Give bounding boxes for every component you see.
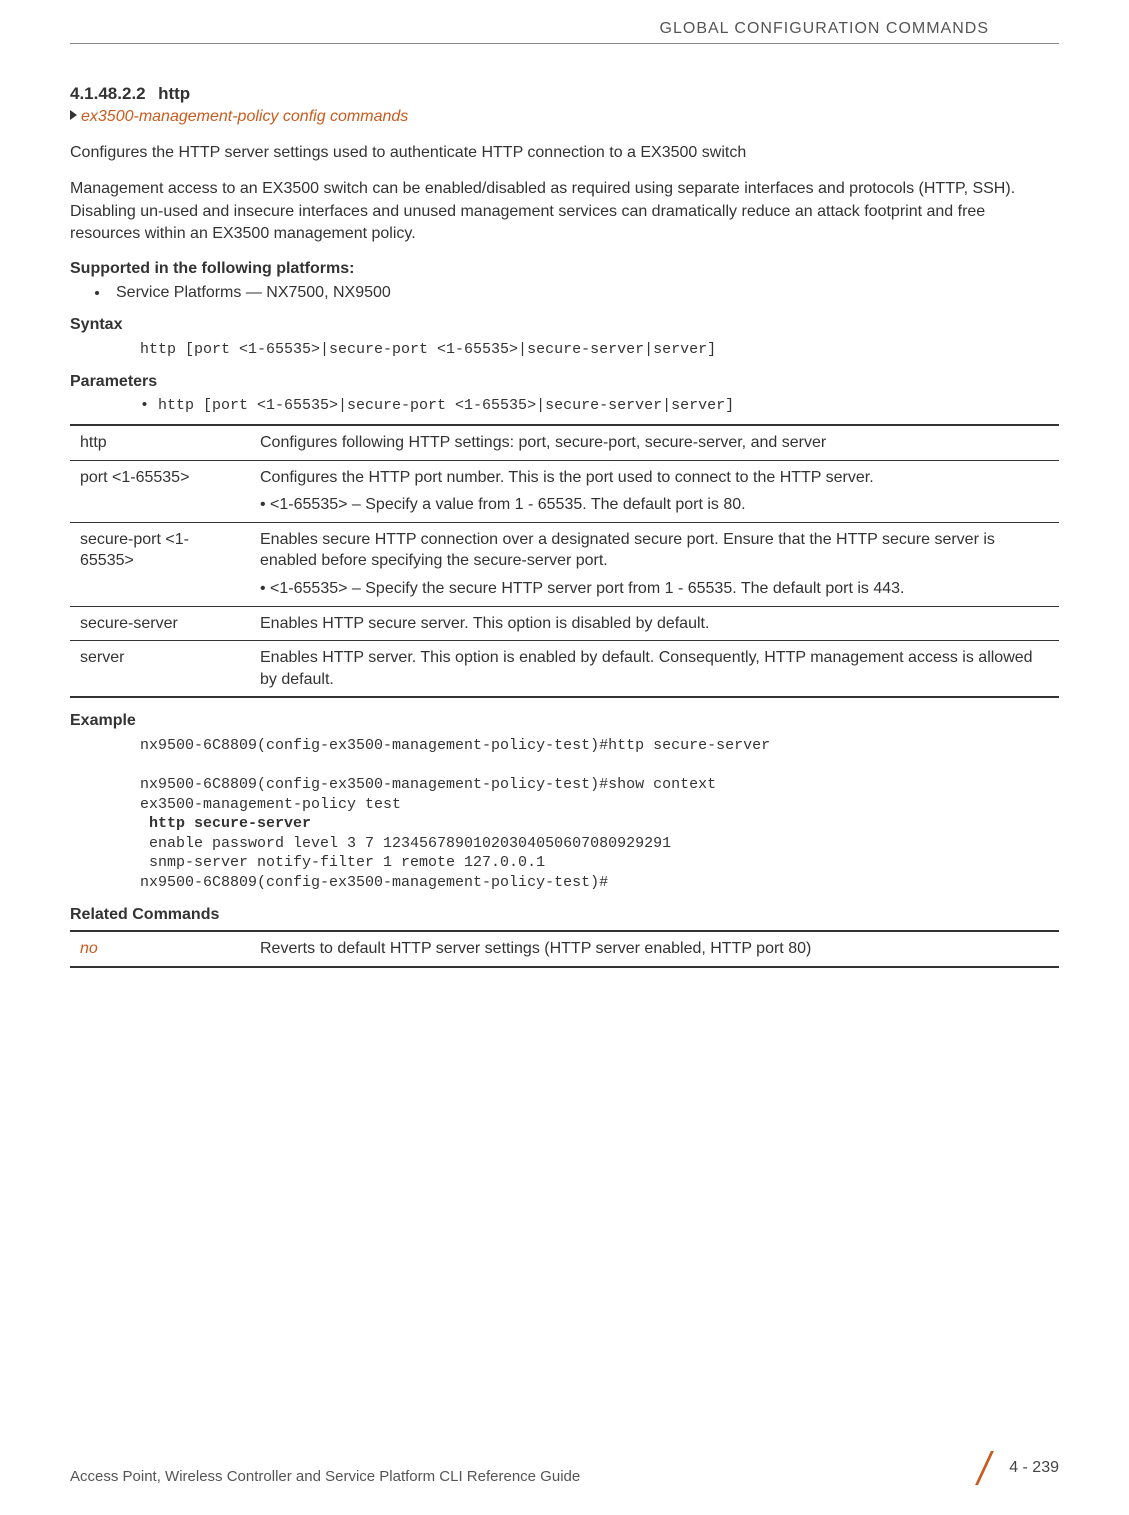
section-heading: 4.1.48.2.2 http <box>70 84 1059 104</box>
param-desc: Configures following HTTP settings: port… <box>250 425 1059 460</box>
parameters-heading: Parameters <box>70 373 1059 391</box>
slash-divider-icon <box>971 1451 997 1485</box>
intro-paragraph: Configures the HTTP server settings used… <box>70 142 1059 164</box>
param-desc-text: Enables secure HTTP connection over a de… <box>260 531 995 570</box>
param-key: secure-server <box>70 606 250 641</box>
code-line: nx9500-6C8809(config-ex3500-management-p… <box>140 874 608 891</box>
param-desc-text: Configures the HTTP port number. This is… <box>260 469 874 486</box>
param-desc: Configures the HTTP port number. This is… <box>250 460 1059 522</box>
xref-text: ex3500-management-policy config commands <box>81 108 408 125</box>
related-cmd[interactable]: no <box>70 931 250 967</box>
table-row: server Enables HTTP server. This option … <box>70 641 1059 698</box>
description-paragraph: Management access to an EX3500 switch ca… <box>70 178 1059 245</box>
footer-title: Access Point, Wireless Controller and Se… <box>70 1468 580 1485</box>
related-desc: Reverts to default HTTP server settings … <box>250 931 1059 967</box>
syntax-heading: Syntax <box>70 316 1059 334</box>
parameters-table: http Configures following HTTP settings:… <box>70 424 1059 698</box>
platform-item: Service Platforms — NX7500, NX9500 <box>110 284 1059 302</box>
table-row: secure-server Enables HTTP secure server… <box>70 606 1059 641</box>
param-sub-bullet: <1-65535> – Specify a value from 1 - 655… <box>260 494 1049 516</box>
code-line: enable password level 3 7 12345678901020… <box>140 835 671 852</box>
platforms-list: Service Platforms — NX7500, NX9500 <box>110 284 1059 302</box>
platforms-heading: Supported in the following platforms: <box>70 260 1059 278</box>
example-heading: Example <box>70 712 1059 730</box>
arrow-right-icon <box>70 110 77 120</box>
code-line-bold: http secure-server <box>140 815 311 832</box>
param-key: server <box>70 641 250 698</box>
page-footer: Access Point, Wireless Controller and Se… <box>70 1451 1059 1485</box>
param-key: http <box>70 425 250 460</box>
cross-reference[interactable]: ex3500-management-policy config commands <box>70 108 1059 126</box>
table-row: secure-port <1-65535> Enables secure HTT… <box>70 522 1059 606</box>
code-line: snmp-server notify-filter 1 remote 127.0… <box>140 854 545 871</box>
table-row: no Reverts to default HTTP server settin… <box>70 931 1059 967</box>
table-row: port <1-65535> Configures the HTTP port … <box>70 460 1059 522</box>
param-desc: Enables HTTP server. This option is enab… <box>250 641 1059 698</box>
param-sub-bullet: <1-65535> – Specify the secure HTTP serv… <box>260 578 1049 600</box>
example-code: nx9500-6C8809(config-ex3500-management-p… <box>140 736 1059 892</box>
param-key: port <1-65535> <box>70 460 250 522</box>
related-heading: Related Commands <box>70 906 1059 924</box>
related-commands-table: no Reverts to default HTTP server settin… <box>70 930 1059 968</box>
param-desc: Enables HTTP secure server. This option … <box>250 606 1059 641</box>
code-line: ex3500-management-policy test <box>140 796 401 813</box>
page-number: 4 - 239 <box>1009 1459 1059 1477</box>
table-row: http Configures following HTTP settings:… <box>70 425 1059 460</box>
running-header: GLOBAL CONFIGURATION COMMANDS <box>70 0 1059 44</box>
param-key: secure-port <1-65535> <box>70 522 250 606</box>
syntax-code: http [port <1-65535>|secure-port <1-6553… <box>140 340 1059 360</box>
section-number: 4.1.48.2.2 <box>70 84 146 103</box>
page-content: 4.1.48.2.2 http ex3500-management-policy… <box>0 44 1129 968</box>
footer-right: 4 - 239 <box>971 1451 1059 1485</box>
parameters-bullet: • http [port <1-65535>|secure-port <1-65… <box>140 397 1059 414</box>
code-line: nx9500-6C8809(config-ex3500-management-p… <box>140 776 716 793</box>
param-desc: Enables secure HTTP connection over a de… <box>250 522 1059 606</box>
section-title: http <box>158 84 190 103</box>
related-cmd-link: no <box>80 940 98 957</box>
code-line: nx9500-6C8809(config-ex3500-management-p… <box>140 737 770 754</box>
